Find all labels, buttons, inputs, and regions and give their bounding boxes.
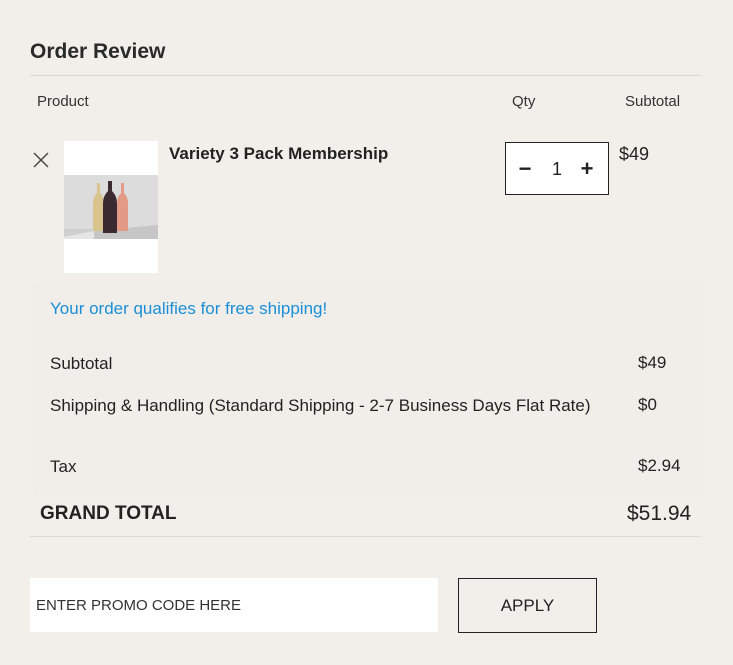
product-column-header: Product: [37, 93, 89, 110]
tax-label: Tax: [50, 457, 77, 476]
product-name[interactable]: Variety 3 Pack Membership: [169, 144, 388, 164]
quantity-stepper: − 1 +: [505, 142, 609, 195]
item-subtotal: $49: [619, 144, 650, 164]
subtotal-label: Subtotal: [50, 354, 113, 373]
decrease-quantity-button[interactable]: −: [510, 143, 540, 196]
wine-bottles-thumbnail: [64, 175, 158, 239]
subtotal-column-header: Subtotal: [625, 93, 681, 110]
grand-total-value: $51.94: [627, 502, 692, 525]
remove-item-button[interactable]: [32, 151, 50, 169]
section-title: Order Review: [30, 40, 166, 63]
qty-column-header: Qty: [512, 93, 536, 110]
product-thumbnail[interactable]: [64, 141, 158, 273]
title-divider: [30, 75, 700, 76]
summary-divider: [30, 536, 700, 537]
increase-quantity-button[interactable]: +: [572, 143, 602, 196]
shipping-value: $0: [638, 395, 657, 414]
tax-value: $2.94: [638, 456, 681, 475]
quantity-value[interactable]: 1: [542, 143, 572, 196]
promo-code-input[interactable]: [30, 578, 438, 632]
shipping-label: Shipping & Handling (Standard Shipping -…: [50, 396, 591, 415]
order-review-panel: Order Review Product Qty Subtotal Variet…: [0, 0, 733, 665]
close-icon: [33, 152, 49, 168]
grand-total-label: GRAND TOTAL: [40, 503, 177, 524]
free-shipping-message: Your order qualifies for free shipping!: [50, 299, 328, 318]
apply-promo-button[interactable]: APPLY: [458, 578, 597, 633]
subtotal-value: $49: [638, 353, 667, 372]
